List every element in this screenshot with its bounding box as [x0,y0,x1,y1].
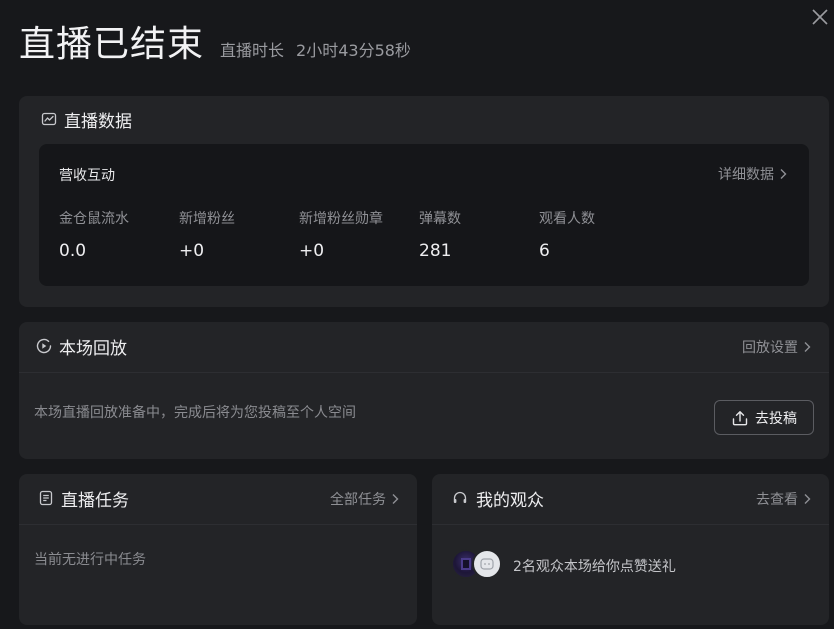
close-button[interactable] [809,6,831,28]
replay-status-message: 本场直播回放准备中，完成后将为您投稿至个人空间 [34,405,356,421]
metric-label: 弹幕数 [419,211,461,227]
chevron-right-icon [804,494,811,504]
metric-value: +0 [179,241,205,261]
metric-value: 6 [539,241,550,261]
metric-value: 0.0 [59,241,87,261]
metric-gold-hamster: 金仓鼠流水 0.0 [59,210,179,262]
divider [432,524,829,525]
metric-value: +0 [299,241,325,261]
view-viewers-label: 去查看 [756,492,798,508]
metric-value: 281 [419,241,452,261]
upload-button[interactable]: 去投稿 [714,400,814,435]
metric-label: 新增粉丝勋章 [299,211,383,227]
divider [19,524,417,525]
upload-button-label: 去投稿 [755,410,797,427]
avatar [472,549,502,579]
view-viewers-link[interactable]: 去查看 [756,489,811,509]
viewers-gift-message: 2名观众本场给你点赞送礼 [513,559,676,575]
chevron-right-icon [804,342,811,352]
live-stats-header: 直播数据 [41,107,132,132]
page-title: 直播已结束 [19,24,205,65]
metric-label: 金仓鼠流水 [59,211,129,227]
live-ended-panel: 直播已结束 直播时长 2小时43分58秒 直播数据 营收互动 详细数据 金仓鼠流… [0,0,834,629]
viewer-avatars[interactable] [451,549,502,579]
close-icon [812,9,828,25]
divider [19,372,829,373]
duration-label: 直播时长 [220,41,285,60]
tasks-empty-message: 当前无进行中任务 [34,552,146,568]
detail-data-label: 详细数据 [718,167,774,183]
chevron-right-icon [392,494,399,504]
metric-viewers: 观看人数 6 [539,210,659,262]
replay-card: 本场回放 回放设置 本场直播回放准备中，完成后将为您投稿至个人空间 去投稿 [19,322,829,459]
duration-value: 2小时43分58秒 [296,41,411,60]
metric-label: 新增粉丝 [179,211,235,227]
headset-icon [453,491,467,503]
metric-danmaku-count: 弹幕数 281 [419,210,539,262]
revenue-interaction-panel: 营收互动 详细数据 金仓鼠流水 0.0 新增粉丝 +0 新增粉丝勋章 +0 弹幕… [39,144,809,286]
metric-new-fan-medals: 新增粉丝勋章 +0 [299,210,419,262]
all-tasks-label: 全部任务 [330,492,386,508]
chevron-right-icon [780,169,787,179]
play-circle-icon [36,338,52,354]
metric-label: 观看人数 [539,211,595,227]
tasks-title: 直播任务 [61,490,129,511]
avatar-image [480,558,494,570]
trend-chart-icon [41,112,57,126]
live-stats-card: 直播数据 营收互动 详细数据 金仓鼠流水 0.0 新增粉丝 +0 新增粉丝勋章 … [19,96,829,307]
my-viewers-card: 我的观众 去查看 2名观众本场给你点赞送礼 [432,474,829,625]
replay-settings-label: 回放设置 [742,340,798,356]
replay-title: 本场回放 [59,338,127,359]
replay-settings-link[interactable]: 回放设置 [742,337,811,357]
metric-new-fans: 新增粉丝 +0 [179,210,299,262]
upload-icon [732,410,748,425]
all-tasks-link[interactable]: 全部任务 [330,489,399,509]
replay-header: 本场回放 [35,334,127,359]
live-tasks-card: 直播任务 全部任务 当前无进行中任务 [19,474,417,625]
viewers-title: 我的观众 [476,490,544,511]
revenue-interaction-title: 营收互动 [59,168,115,184]
detail-data-link[interactable]: 详细数据 [718,164,787,184]
tasks-header: 直播任务 [39,486,129,511]
header: 直播已结束 直播时长 2小时43分58秒 [19,22,411,68]
document-icon [39,490,53,506]
viewers-header: 我的观众 [452,486,544,511]
live-stats-title: 直播数据 [64,111,132,132]
